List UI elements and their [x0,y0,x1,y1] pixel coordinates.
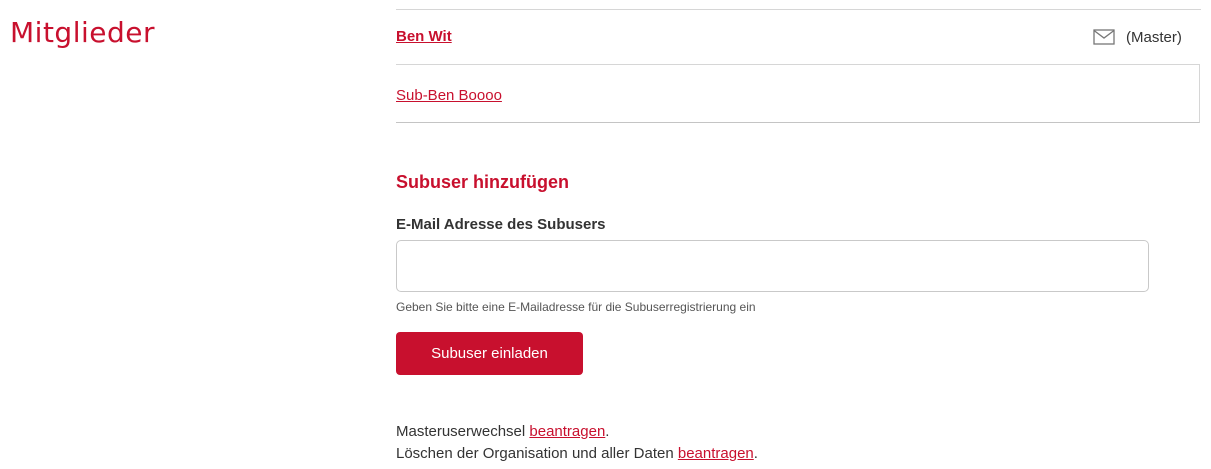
envelope-icon[interactable] [1093,29,1115,45]
subuser-link[interactable]: Sub-Ben Boooo [396,87,502,104]
page-title: Mitglieder [10,16,155,49]
delete-org-suffix: . [753,445,758,462]
master-badge: (Master) [1126,29,1182,46]
master-change-text: Masteruserwechsel [396,423,526,440]
email-label: E-Mail Adresse des Subusers [396,216,606,233]
delete-org-text: Löschen der Organisation und aller Daten [396,445,674,462]
subuser-list: Sub-Ben Boooo [396,64,1200,123]
section-heading: Subuser hinzufügen [396,172,569,192]
delete-org-line: Löschen der Organisation und aller Daten… [396,443,758,465]
email-field[interactable] [396,240,1149,292]
master-change-suffix: . [605,423,610,440]
delete-org-link[interactable]: beantragen [678,445,754,462]
footer-links: Masteruserwechsel beantragen. Löschen de… [396,421,758,465]
master-change-link[interactable]: beantragen [529,423,605,440]
master-change-line: Masteruserwechsel beantragen. [396,421,758,443]
invite-subuser-button[interactable]: Subuser einladen [396,332,583,375]
help-text: Geben Sie bitte eine E-Mailadresse für d… [396,300,756,314]
master-user-link[interactable]: Ben Wit [396,28,452,45]
member-row-master: Ben Wit (Master) [396,10,1201,64]
